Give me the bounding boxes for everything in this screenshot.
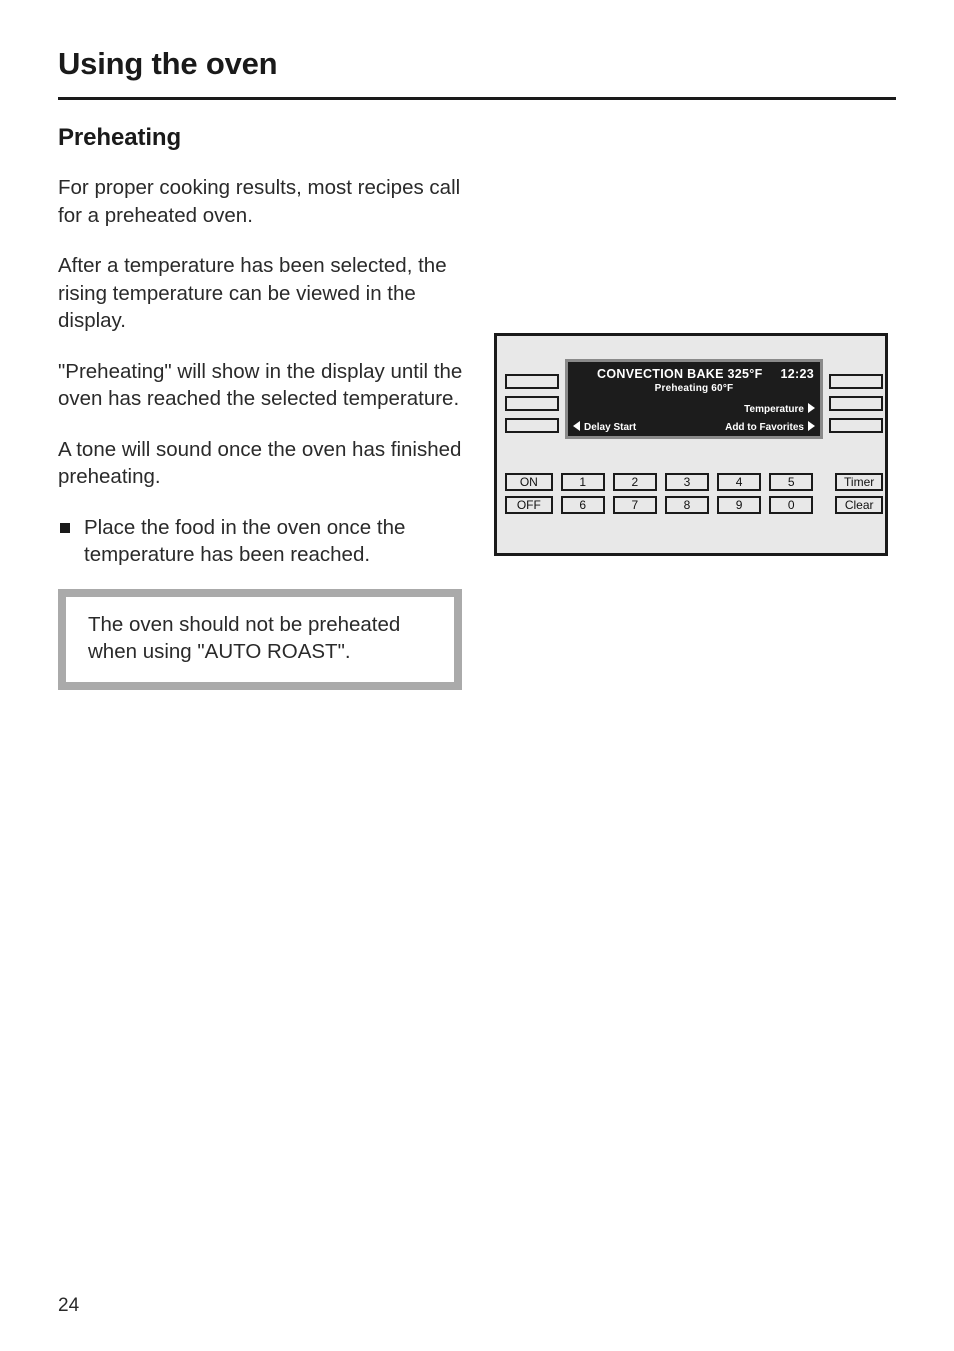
key-6[interactable]: 6: [560, 496, 605, 514]
display-mode-line: CONVECTION BAKE 325°F 12:23: [568, 367, 814, 381]
arrow-right-icon: [808, 421, 815, 431]
left-soft-key-2[interactable]: [505, 396, 559, 411]
display-option-delay-start-label: Delay Start: [584, 422, 637, 433]
display-option-add-to-favorites[interactable]: Add to Favorites: [725, 421, 815, 433]
display-option-delay-start[interactable]: Delay Start: [573, 421, 636, 433]
note-box: The oven should not be preheated when us…: [58, 588, 462, 690]
square-bullet-icon: [60, 522, 70, 533]
display-bezel: CONVECTION BAKE 325°F 12:23 Preheating 60…: [565, 359, 823, 439]
list-item-label: Place the food in the oven once the temp…: [84, 515, 406, 567]
keypad: ON 1 2 3 4 5 Timer OFF 6 7 8 9 0 Clear: [505, 473, 883, 519]
left-soft-key-3[interactable]: [505, 418, 559, 433]
page-title: Using the oven: [58, 46, 278, 81]
timer-button[interactable]: Timer: [835, 473, 883, 491]
right-soft-key-1[interactable]: [829, 374, 883, 389]
key-9[interactable]: 9: [717, 496, 762, 514]
section-heading: Preheating: [58, 124, 182, 151]
key-0[interactable]: 0: [769, 496, 814, 514]
key-7[interactable]: 7: [612, 496, 657, 514]
display-status-text: Preheating 60°F: [654, 383, 734, 394]
list-item: Place the food in the oven once the temp…: [58, 514, 470, 569]
left-soft-key-1[interactable]: [505, 374, 559, 389]
keypad-row-2: OFF 6 7 8 9 0 Clear: [505, 496, 883, 514]
right-soft-key-2[interactable]: [829, 396, 883, 411]
oven-display: CONVECTION BAKE 325°F 12:23 Preheating 60…: [568, 362, 820, 436]
on-button[interactable]: ON: [505, 473, 553, 491]
arrow-left-icon: [573, 421, 580, 431]
key-5[interactable]: 5: [769, 473, 814, 491]
display-mode-text: CONVECTION BAKE 325°F: [597, 367, 763, 381]
arrow-right-icon: [808, 403, 815, 413]
key-1[interactable]: 1: [560, 473, 605, 491]
keypad-row-1: ON 1 2 3 4 5 Timer: [505, 473, 883, 491]
display-option-temperature[interactable]: Temperature: [744, 403, 815, 415]
page-number: 24: [58, 1295, 80, 1316]
clear-button[interactable]: Clear: [835, 496, 883, 514]
key-8[interactable]: 8: [664, 496, 710, 514]
paragraph-4: A tone will sound once the oven has fini…: [58, 437, 462, 489]
right-soft-key-3[interactable]: [829, 418, 883, 433]
paragraph-2: After a temperature has been selected, t…: [58, 254, 447, 332]
off-button[interactable]: OFF: [505, 496, 553, 514]
left-soft-key-group: [505, 374, 559, 440]
key-2[interactable]: 2: [612, 473, 657, 491]
display-option-temperature-label: Temperature: [744, 404, 804, 415]
paragraph-3: "Preheating" will show in the display un…: [58, 359, 463, 411]
note-text: The oven should not be preheated when us…: [88, 612, 401, 664]
paragraph-1: For proper cooking results, most recipes…: [58, 176, 461, 227]
display-option-add-to-favorites-label: Add to Favorites: [725, 422, 804, 433]
control-panel-diagram: CONVECTION BAKE 325°F 12:23 Preheating 60…: [494, 333, 888, 556]
key-3[interactable]: 3: [664, 473, 710, 491]
key-4[interactable]: 4: [717, 473, 762, 491]
display-clock: 12:23: [780, 367, 814, 381]
content-column: Preheating For proper cooking results, m…: [58, 124, 470, 690]
header-divider: [58, 97, 896, 100]
right-soft-key-group: [829, 374, 883, 440]
manual-page: Using the oven Preheating For proper coo…: [0, 0, 954, 1351]
